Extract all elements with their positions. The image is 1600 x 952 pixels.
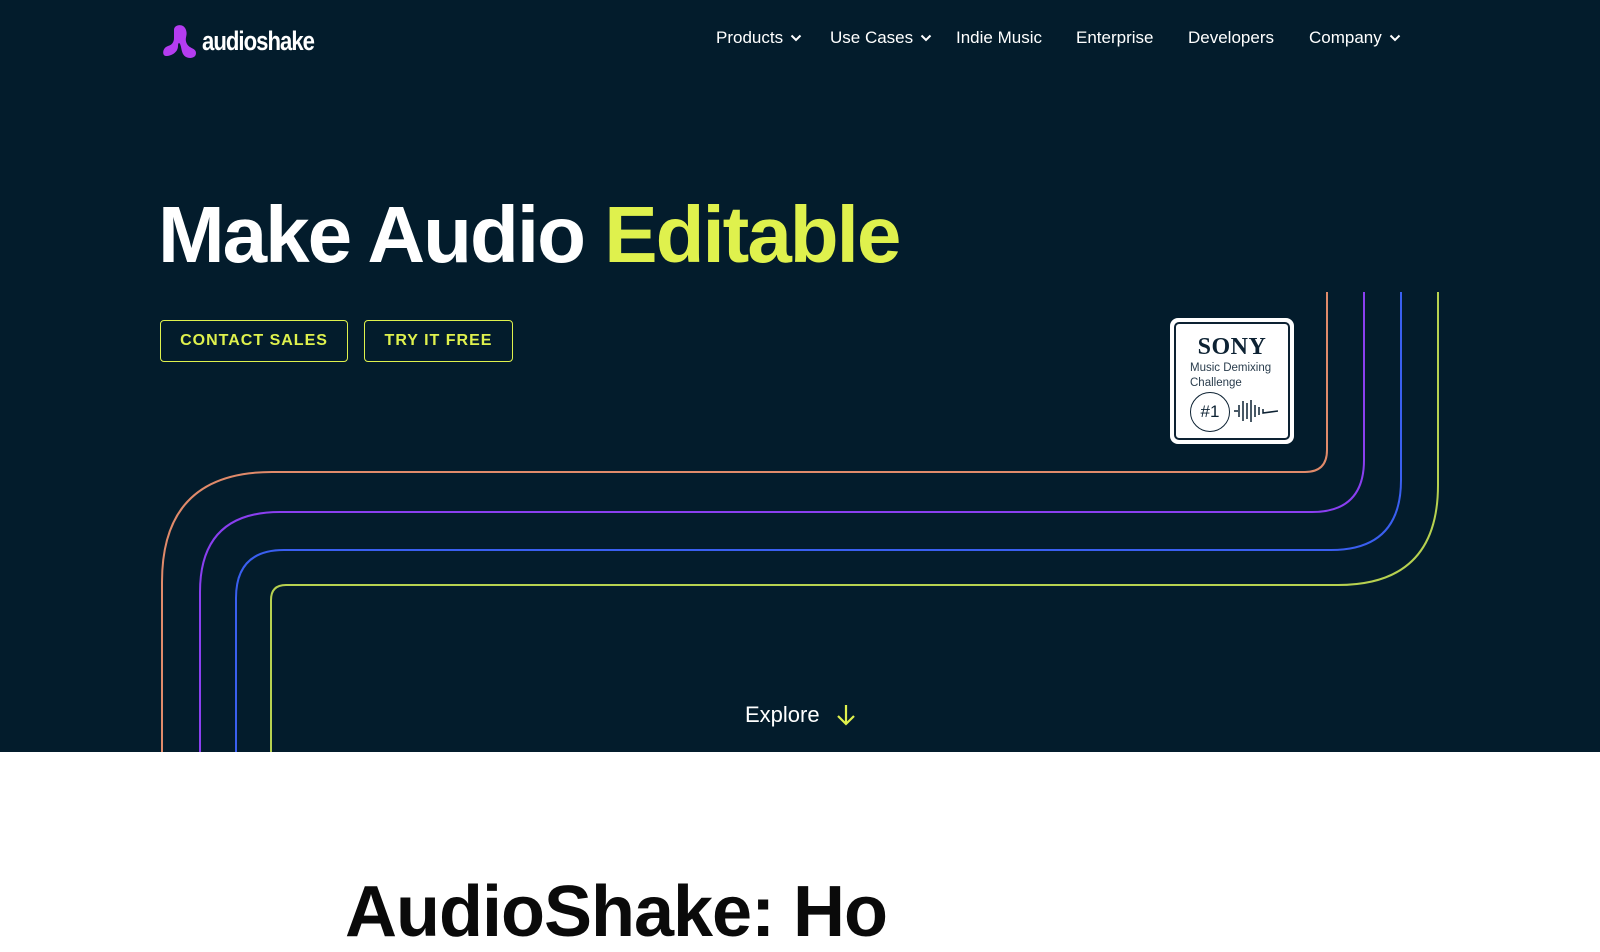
nav-indie-music[interactable]: Indie Music xyxy=(956,28,1042,48)
chevron-down-icon xyxy=(920,34,932,42)
nav-use-cases-label: Use Cases xyxy=(830,28,914,47)
next-section-heading: AudioShake: Ho xyxy=(345,872,888,952)
badge-rank: #1 xyxy=(1190,392,1230,432)
hero-title: Make Audio Editable xyxy=(158,195,901,275)
brand-name: audioshake xyxy=(202,25,315,56)
explore-link[interactable]: Explore xyxy=(745,702,856,728)
sony-logo: SONY xyxy=(1197,334,1267,360)
explore-label: Explore xyxy=(745,702,820,727)
nav-developers[interactable]: Developers xyxy=(1188,28,1274,48)
nav-enterprise[interactable]: Enterprise xyxy=(1076,28,1153,48)
nav-products-label: Products xyxy=(716,28,784,47)
chevron-down-icon xyxy=(790,34,802,42)
try-it-free-button[interactable]: TRY IT FREE xyxy=(364,320,513,362)
arrow-down-icon xyxy=(836,705,855,726)
badge-frame: SONY Music Demixing Challenge #1 xyxy=(1174,322,1290,440)
badge-line-2: Challenge xyxy=(1190,377,1242,389)
nav-company[interactable]: Company xyxy=(1309,28,1401,48)
hero-title-prefix: Make Audio xyxy=(158,190,586,279)
hero-section: audioshake Products Use Cases Indie Musi… xyxy=(0,0,1600,752)
nav-company-label: Company xyxy=(1309,28,1382,47)
chevron-down-icon xyxy=(1389,34,1400,42)
audioshake-logo-icon xyxy=(163,25,196,58)
badge-line-1: Music Demixing xyxy=(1190,362,1272,374)
audioshake-logo[interactable]: audioshake xyxy=(160,22,339,60)
decorative-lines xyxy=(161,292,1439,752)
nav-developers-label: Developers xyxy=(1188,28,1274,47)
nav-indie-music-label: Indie Music xyxy=(956,28,1042,47)
top-navigation: audioshake Products Use Cases Indie Musi… xyxy=(0,0,1600,80)
contact-sales-button[interactable]: CONTACT SALES xyxy=(160,320,348,362)
waveform-icon xyxy=(1234,400,1278,422)
nav-products[interactable]: Products xyxy=(716,28,802,48)
nav-use-cases[interactable]: Use Cases xyxy=(830,28,932,48)
hero-title-accent: Editable xyxy=(604,190,901,279)
sony-challenge-badge: SONY Music Demixing Challenge #1 xyxy=(1170,318,1294,444)
nav-enterprise-label: Enterprise xyxy=(1076,28,1154,47)
